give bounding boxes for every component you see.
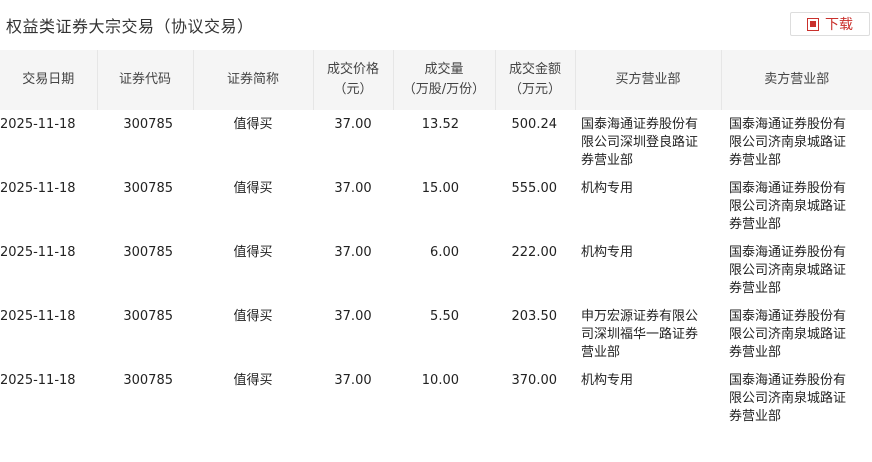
cell-volume: 5.50 — [430, 309, 459, 324]
cell-buyer: 国泰海通证券股份有限公司深圳登良路证券营业部 — [581, 117, 699, 168]
col-header-amount[interactable]: 成交金额 （万元） — [495, 50, 576, 110]
col-header-volume[interactable]: 成交量 （万股/万份） — [393, 50, 496, 110]
page-title: 权益类证券大宗交易（协议交易） — [6, 17, 254, 36]
cell-date: 2025-11-18 — [0, 181, 76, 196]
cell-code: 300785 — [123, 309, 173, 324]
cell-date: 2025-11-18 — [0, 117, 76, 132]
cell-price: 37.00 — [334, 117, 372, 132]
cell-amount: 370.00 — [511, 373, 558, 388]
cell-seller: 国泰海通证券股份有限公司济南泉城路证券营业部 — [729, 245, 847, 296]
cell-name: 值得买 — [233, 181, 273, 196]
cell-date: 2025-11-18 — [0, 309, 76, 324]
table-row: 2025-11-18 300785 值得买 37.00 5.50 203.50 … — [0, 302, 872, 366]
table-row: 2025-11-18 300785 值得买 37.00 15.00 555.00… — [0, 174, 872, 238]
cell-amount: 222.00 — [511, 245, 558, 260]
cell-seller: 国泰海通证券股份有限公司济南泉城路证券营业部 — [729, 117, 847, 168]
cell-date: 2025-11-18 — [0, 373, 76, 388]
block-trade-table: 交易日期 证券代码 证券简称 成交价格 （元） 成交量 （万股/万份） 成交金额 （万… — [0, 50, 872, 430]
cell-seller: 国泰海通证券股份有限公司济南泉城路证券营业部 — [729, 309, 847, 360]
col-header-name[interactable]: 证券简称 — [193, 50, 314, 110]
cell-buyer: 机构专用 — [581, 245, 634, 260]
col-header-code[interactable]: 证券代码 — [97, 50, 194, 110]
table-header-row: 交易日期 证券代码 证券简称 成交价格 （元） 成交量 （万股/万份） 成交金额 （万… — [0, 50, 872, 110]
cell-volume: 6.00 — [430, 245, 459, 260]
cell-amount: 203.50 — [511, 309, 558, 324]
cell-name: 值得买 — [233, 309, 273, 324]
table-row: 2025-11-18 300785 值得买 37.00 10.00 370.00… — [0, 366, 872, 430]
col-header-seller[interactable]: 卖方营业部 — [721, 50, 872, 110]
cell-amount: 555.00 — [511, 181, 558, 196]
table-row: 2025-11-18 300785 值得买 37.00 13.52 500.24… — [0, 110, 872, 174]
col-header-buyer[interactable]: 买方营业部 — [575, 50, 722, 110]
cell-volume: 13.52 — [421, 117, 459, 132]
cell-price: 37.00 — [334, 309, 372, 324]
cell-name: 值得买 — [233, 117, 273, 132]
cell-seller: 国泰海通证券股份有限公司济南泉城路证券营业部 — [729, 181, 847, 232]
cell-date: 2025-11-18 — [0, 245, 76, 260]
cell-volume: 15.00 — [421, 181, 459, 196]
col-header-date[interactable]: 交易日期 — [0, 50, 98, 110]
col-header-price[interactable]: 成交价格 （元） — [313, 50, 394, 110]
cell-code: 300785 — [123, 373, 173, 388]
cell-volume: 10.00 — [421, 373, 459, 388]
cell-amount: 500.24 — [511, 117, 558, 132]
page-header: 权益类证券大宗交易（协议交易） 下载 — [0, 0, 872, 50]
download-icon — [807, 17, 819, 31]
cell-code: 300785 — [123, 245, 173, 260]
cell-buyer: 机构专用 — [581, 181, 634, 196]
cell-name: 值得买 — [233, 245, 273, 260]
cell-buyer: 机构专用 — [581, 373, 634, 388]
cell-price: 37.00 — [334, 373, 372, 388]
download-label: 下载 — [825, 17, 853, 33]
download-button[interactable]: 下载 — [790, 12, 870, 36]
cell-price: 37.00 — [334, 181, 372, 196]
cell-buyer: 申万宏源证券有限公司深圳福华一路证券营业部 — [581, 309, 699, 360]
table-row: 2025-11-18 300785 值得买 37.00 6.00 222.00 … — [0, 238, 872, 302]
cell-price: 37.00 — [334, 245, 372, 260]
cell-name: 值得买 — [233, 373, 273, 388]
cell-seller: 国泰海通证券股份有限公司济南泉城路证券营业部 — [729, 373, 847, 424]
cell-code: 300785 — [123, 181, 173, 196]
cell-code: 300785 — [123, 117, 173, 132]
